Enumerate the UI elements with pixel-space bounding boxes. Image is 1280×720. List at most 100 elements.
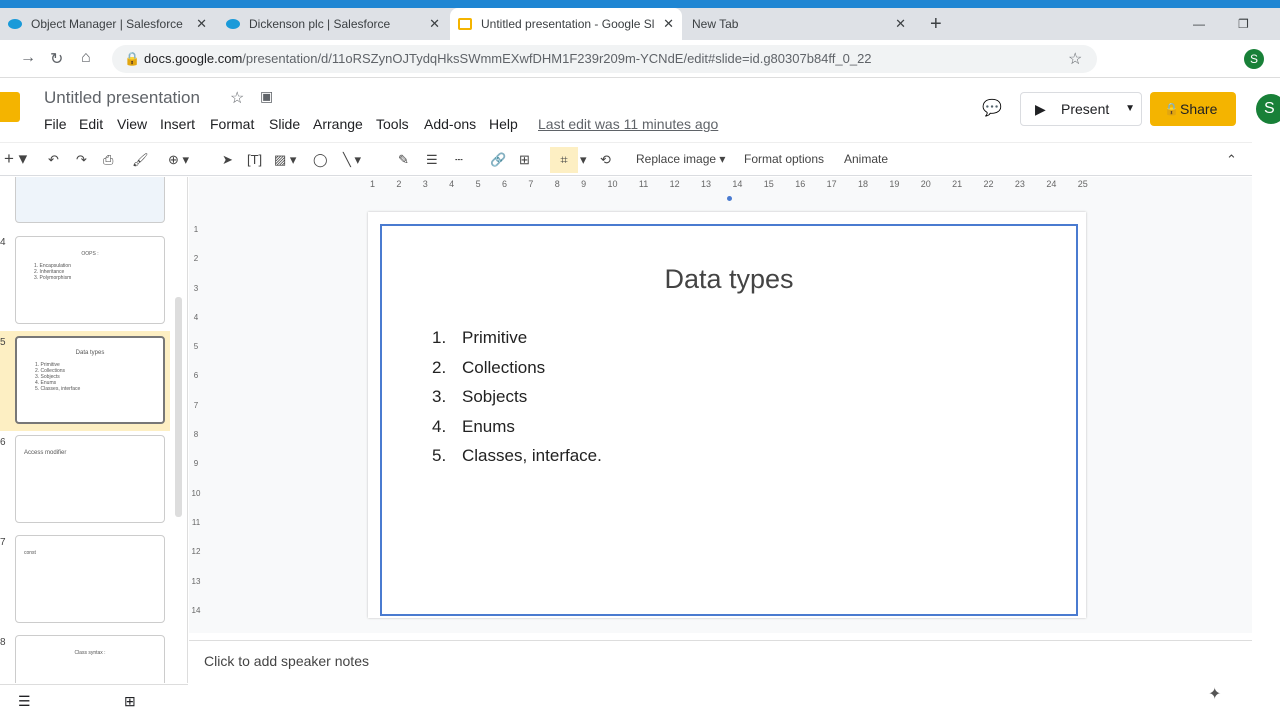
ruler-tick: 19 — [889, 179, 900, 189]
menu-tools[interactable]: Tools — [376, 116, 409, 132]
format-options-button[interactable]: Format options — [744, 152, 824, 166]
ruler-tick: 3 — [422, 179, 428, 189]
redo-icon[interactable]: ↷ — [76, 152, 87, 168]
ruler-tick: 11 — [638, 179, 649, 189]
browser-tab-strip: Object Manager | Salesforce ✕ Dickenson p… — [0, 8, 1280, 40]
account-avatar[interactable]: S — [1256, 94, 1280, 124]
new-tab-button[interactable]: + — [922, 8, 942, 40]
undo-icon[interactable]: ↶ — [48, 152, 59, 168]
ruler-tick: 9 — [193, 459, 199, 469]
slide-title[interactable]: Data types — [370, 264, 1088, 295]
zoom-icon[interactable]: ⊕ ▾ — [168, 152, 189, 168]
ruler-tick: 23 — [1014, 179, 1025, 189]
url-input[interactable]: 🔒 docs.google.com/presentation/d/11oRSZyn… — [112, 45, 1097, 73]
menu-edit[interactable]: Edit — [79, 116, 103, 132]
close-icon[interactable]: ✕ — [895, 16, 906, 32]
new-slide-icon[interactable]: + ▾ — [4, 149, 27, 169]
list-text: Collections — [462, 357, 546, 377]
close-icon[interactable]: ✕ — [663, 16, 674, 32]
thumb-title: Access modifier — [24, 450, 67, 456]
address-bar-row: → ↻ ⌂ 🔒 docs.google.com/presentation/d/11… — [0, 40, 1280, 78]
forward-icon[interactable]: → — [20, 49, 36, 67]
line-icon[interactable]: ╲ ▾ — [343, 152, 361, 168]
grid-view-icon[interactable]: ⊞ — [124, 693, 136, 710]
paint-format-icon[interactable]: 🖌 — [132, 152, 149, 168]
slide-thumbnail-6[interactable]: Access modifier — [15, 435, 165, 523]
tab-title: Untitled presentation - Google Sl — [481, 17, 655, 31]
salesforce-icon — [226, 19, 240, 29]
border-color-icon[interactable]: ✎ — [398, 152, 409, 168]
replace-image-button[interactable]: Replace image ▾ — [636, 152, 725, 166]
menu-slide[interactable]: Slide — [269, 116, 300, 132]
slide-thumbnail-8[interactable]: Class syntax : — [15, 635, 165, 683]
link-icon[interactable]: 🔗 — [490, 152, 506, 168]
ruler-tick: 8 — [554, 179, 560, 189]
ruler-tick: 9 — [581, 179, 587, 189]
slide-filmstrip[interactable]: 4 OOPS : 1. Encapsulation 2. Inheritance 3… — [0, 177, 188, 683]
menu-arrange[interactable]: Arrange — [313, 116, 363, 132]
animate-button[interactable]: Animate — [844, 152, 888, 166]
maximize-button[interactable]: ❐ — [1230, 8, 1249, 40]
select-icon[interactable]: ➤ — [222, 152, 233, 168]
ruler-tick: 20 — [920, 179, 931, 189]
crop-icon[interactable]: ⌗ — [550, 147, 578, 173]
list-number: 5. — [432, 446, 447, 465]
rotate-handle[interactable] — [727, 196, 732, 201]
browser-tab[interactable]: Object Manager | Salesforce ✕ — [0, 8, 215, 40]
menu-help[interactable]: Help — [489, 116, 518, 132]
ruler-tick: 2 — [396, 179, 402, 189]
border-dash-icon[interactable]: ┄ — [455, 152, 463, 168]
menu-add-ons[interactable]: Add-ons — [424, 116, 476, 132]
last-edit-link[interactable]: Last edit was 11 minutes ago — [538, 116, 718, 132]
collapse-toolbar-icon[interactable]: ⌃ — [1226, 152, 1237, 168]
toolbar: + ▾ ↶ ↷ ⎙ 🖌 ⊕ ▾ ➤ [T] ▨ ▾ ◯ ╲ ▾ ✎ ☰ ┄ 🔗 … — [0, 142, 1252, 176]
thumb-title: OOPS : — [81, 251, 99, 257]
slide-thumbnail-5[interactable]: Data types 1. Primitive 2. Collections 3. … — [15, 336, 165, 424]
chevron-down-icon[interactable]: ▼ — [1125, 93, 1135, 125]
image-icon[interactable]: ▨ ▾ — [274, 152, 296, 168]
browser-tab[interactable]: New Tab ✕ — [684, 8, 914, 40]
present-label: Present — [1061, 101, 1110, 117]
browser-tab[interactable]: Dickenson plc | Salesforce ✕ — [218, 8, 448, 40]
slide-thumbnail-3[interactable] — [15, 177, 165, 223]
list-number: 4. — [432, 416, 447, 436]
print-icon[interactable]: ⎙ — [103, 152, 113, 168]
star-icon[interactable]: ☆ — [230, 88, 244, 108]
home-icon[interactable]: ⌂ — [81, 49, 91, 67]
ruler-tick: 12 — [669, 179, 680, 189]
slide-thumbnail-4[interactable]: OOPS : 1. Encapsulation 2. Inheritance 3. … — [15, 236, 165, 324]
filmstrip-scrollbar[interactable] — [175, 297, 182, 517]
border-weight-icon[interactable]: ☰ — [426, 152, 438, 168]
add-comment-icon[interactable]: ⊞ — [519, 152, 530, 168]
ruler-tick: 7 — [528, 179, 534, 189]
explore-icon[interactable]: ✦ — [1208, 684, 1221, 704]
chevron-down-icon[interactable]: ▾ — [580, 152, 587, 168]
share-button[interactable]: 🔒 Share — [1150, 92, 1236, 126]
list-view-icon[interactable]: ☰ — [18, 693, 31, 710]
reload-icon[interactable]: ↻ — [50, 49, 63, 69]
bookmark-star-icon[interactable]: ☆ — [1068, 49, 1082, 69]
slide-list[interactable]: 1. Primitive 2. Collections 3. Sobjects 4. Enum… — [432, 328, 602, 476]
present-button[interactable]: ▶ Present ▼ — [1020, 92, 1142, 126]
speaker-notes[interactable]: Click to add speaker notes — [189, 640, 1252, 684]
shape-icon[interactable]: ◯ — [313, 152, 328, 168]
ruler-tick: 24 — [1046, 179, 1057, 189]
comments-icon[interactable]: 💬 — [982, 98, 1002, 118]
menu-file[interactable]: File — [44, 116, 67, 132]
list-number: 2. — [432, 357, 447, 377]
close-icon[interactable]: ✕ — [196, 16, 207, 32]
slide-thumbnail-7[interactable]: const — [15, 535, 165, 623]
move-folder-icon[interactable]: ▣ — [260, 88, 273, 105]
document-title[interactable]: Untitled presentation — [44, 88, 200, 108]
text-box-icon[interactable]: [T] — [247, 152, 262, 167]
menu-insert[interactable]: Insert — [160, 116, 195, 132]
reset-image-icon[interactable]: ⟲ — [600, 152, 611, 168]
ruler-tick: 21 — [952, 179, 963, 189]
profile-avatar[interactable]: S — [1244, 49, 1264, 69]
minimize-button[interactable]: — — [1185, 8, 1205, 40]
menu-view[interactable]: View — [117, 116, 147, 132]
browser-tab-active[interactable]: Untitled presentation - Google Sl ✕ — [450, 8, 682, 40]
close-icon[interactable]: ✕ — [429, 16, 440, 32]
ruler-tick: 3 — [193, 283, 199, 293]
menu-format[interactable]: Format — [210, 116, 254, 132]
